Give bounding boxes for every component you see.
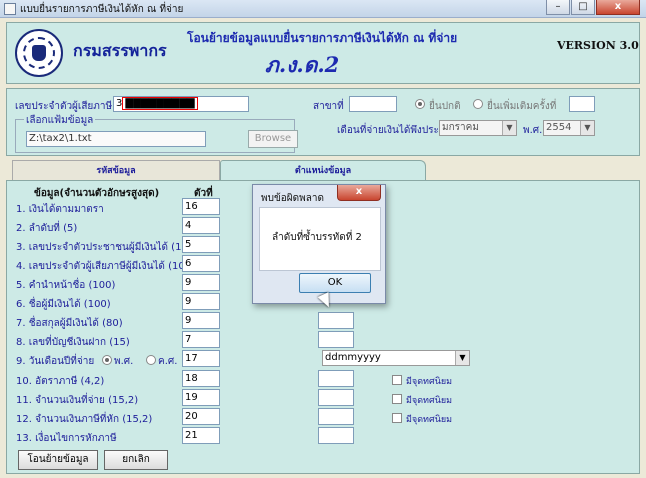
chevron-down-icon: ▼ <box>580 121 594 135</box>
length-input[interactable] <box>318 427 354 444</box>
row-label: 6. ชื่อผู้มีเงินได้ (100) <box>16 299 111 310</box>
file-group-label: เลือกแฟ้มข้อมูล <box>24 113 96 128</box>
year-select[interactable]: 2554 ▼ <box>543 120 595 136</box>
position-input[interactable]: 9 <box>182 312 220 329</box>
header-panel: กรมสรรพากร โอนย้ายข้อมูลแบบยื่นรายการภาษ… <box>6 22 640 84</box>
position-input[interactable]: 16 <box>182 198 220 215</box>
decimal-checkbox[interactable] <box>392 413 402 423</box>
radio-additional-label: ยื่นเพิ่มเติมครั้งที่ <box>487 101 557 112</box>
length-input[interactable] <box>318 408 354 425</box>
row-label: 1. เงินได้ตามมาตรา <box>16 204 104 215</box>
decimal-checkbox[interactable] <box>392 394 402 404</box>
window-title-bar: แบบยื่นรายการภาษีเงินได้หัก ณ ที่จ่าย – … <box>0 0 646 18</box>
length-input[interactable] <box>318 370 354 387</box>
chevron-down-icon: ▼ <box>502 121 516 135</box>
year-label: พ.ศ. <box>523 125 543 136</box>
decimal-checkbox[interactable] <box>392 375 402 385</box>
dialog-title: พบข้อผิดพลาด <box>261 193 324 204</box>
org-name: กรมสรรพากร <box>73 41 167 60</box>
decimal-label: มีจุดทศนิยม <box>406 415 453 425</box>
position-input[interactable]: 6 <box>182 255 220 272</box>
row-label: 11. จำนวนเงินที่จ่าย (15,2) <box>16 395 139 406</box>
decimal-label: มีจุดทศนิยม <box>406 396 453 406</box>
row-label: 7. ชื่อสกุลผู้มีเงินได้ (80) <box>16 318 123 329</box>
dialog-close-button[interactable]: x <box>337 185 381 201</box>
file-group: เลือกแฟ้มข้อมูล Z:\tax2\1.txt Browse <box>15 113 298 153</box>
minimize-button[interactable]: – <box>546 0 570 15</box>
radio-buddhist-era-label: พ.ศ. <box>114 356 134 367</box>
position-input[interactable]: 9 <box>182 293 220 310</box>
row-label: 13. เงื่อนไขการหักภาษี <box>16 433 117 444</box>
row-label: 9. วันเดือนปีที่จ่าย <box>16 356 95 367</box>
tab-data-position[interactable]: ตำแหน่งข้อมูล <box>220 160 426 180</box>
radio-additional-filing[interactable] <box>473 99 483 109</box>
close-window-button[interactable]: x <box>596 0 640 15</box>
cancel-button[interactable]: ยกเลิก <box>104 450 168 470</box>
revenue-department-logo-icon <box>15 29 63 77</box>
month-value: มกราคม <box>442 122 479 133</box>
position-input[interactable]: 18 <box>182 370 220 387</box>
transfer-data-button[interactable]: โอนย้ายข้อมูล <box>18 450 98 470</box>
chevron-down-icon: ▼ <box>455 351 469 365</box>
position-input[interactable]: 4 <box>182 217 220 234</box>
radio-normal-filing[interactable] <box>415 99 425 109</box>
row-label: 2. ลำดับที่ (5) <box>16 223 78 234</box>
year-value: 2554 <box>546 122 572 133</box>
logo-emblem <box>32 45 46 61</box>
tab-data-code[interactable]: รหัสข้อมูล <box>12 160 220 180</box>
ok-button[interactable]: OK <box>299 273 371 293</box>
version-label: VERSION 3.0 <box>557 39 639 52</box>
form-code: ภ.ง.ด.2 <box>265 52 340 77</box>
month-select[interactable]: มกราคม ▼ <box>439 120 517 136</box>
page-title: โอนย้ายข้อมูลแบบยื่นรายการภาษีเงินได้หัก… <box>187 31 458 45</box>
position-input[interactable]: 7 <box>182 331 220 348</box>
position-input[interactable]: 19 <box>182 389 220 406</box>
position-input[interactable]: 17 <box>182 350 220 367</box>
app-icon <box>4 3 16 15</box>
month-label: เดือนที่จ่ายเงินได้พึงประเมิน <box>337 125 456 136</box>
row-label: 12. จำนวนเงินภาษีที่หัก (15,2) <box>16 414 153 425</box>
column-header-item: ข้อมูล(จำนวนตัวอักษรสูงสุด) <box>34 188 160 199</box>
branch-label: สาขาที่ <box>313 101 344 112</box>
radio-normal-label: ยื่นปกติ <box>429 101 461 112</box>
row-label: 3. เลขประจำตัวประชาชนผู้มีเงินได้ (13) <box>16 242 192 253</box>
position-input[interactable]: 20 <box>182 408 220 425</box>
decimal-label: มีจุดทศนิยม <box>406 377 453 387</box>
row-label: 5. คำนำหน้าชื่อ (100) <box>16 280 116 291</box>
position-input[interactable]: 5 <box>182 236 220 253</box>
window-title: แบบยื่นรายการภาษีเงินได้หัก ณ ที่จ่าย <box>20 4 184 15</box>
radio-christian-era-label: ค.ศ. <box>158 356 178 367</box>
row-label: 8. เลขที่บัญชีเงินฝาก (15) <box>16 337 130 348</box>
row-label: 10. อัตราภาษี (4,2) <box>16 376 105 387</box>
length-input[interactable] <box>318 331 354 348</box>
dialog-message: ลำดับที่ซ้ำบรรทัดที่ 2 <box>272 232 362 243</box>
date-format-value: ddmmyyyy <box>325 352 381 363</box>
error-dialog: พบข้อผิดพลาด x ลำดับที่ซ้ำบรรทัดที่ 2 OK <box>252 184 386 304</box>
date-format-select[interactable]: ddmmyyyy ▼ <box>322 350 470 366</box>
browse-button[interactable]: Browse <box>248 130 298 148</box>
length-input[interactable] <box>318 389 354 406</box>
taxid-input[interactable]: 3 ▇▇▇▇▇▇▇▇▇ <box>113 96 249 112</box>
maximize-button[interactable]: □ <box>571 0 595 15</box>
position-input[interactable]: 9 <box>182 274 220 291</box>
info-panel: เลขประจำตัวผู้เสียภาษี 3 ▇▇▇▇▇▇▇▇▇ สาขาที… <box>6 88 640 156</box>
length-input[interactable] <box>318 312 354 329</box>
radio-buddhist-era[interactable] <box>102 355 112 365</box>
additional-count-input[interactable] <box>569 96 595 112</box>
row-label: 4. เลขประจำตัวผู้เสียภาษีผู้มีเงินได้ (1… <box>16 261 189 272</box>
taxid-label: เลขประจำตัวผู้เสียภาษี <box>15 101 113 112</box>
dialog-body: ลำดับที่ซ้ำบรรทัดที่ 2 <box>259 207 381 271</box>
taxid-highlight: ▇▇▇▇▇▇▇▇▇ <box>122 97 198 110</box>
radio-christian-era[interactable] <box>146 355 156 365</box>
file-path-input[interactable]: Z:\tax2\1.txt <box>26 131 206 147</box>
position-input[interactable]: 21 <box>182 427 220 444</box>
branch-input[interactable] <box>349 96 397 112</box>
